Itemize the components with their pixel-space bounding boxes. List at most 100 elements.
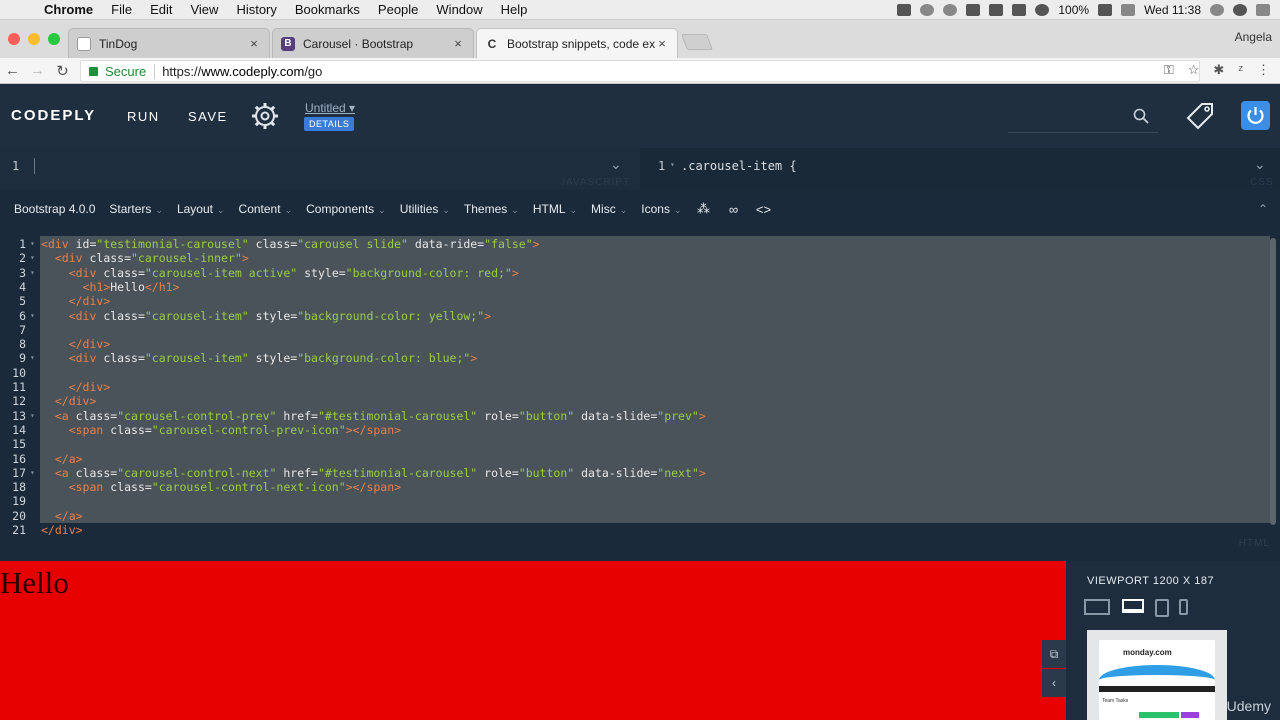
code-line[interactable]: 19 bbox=[0, 494, 1280, 508]
spotlight-search-icon[interactable] bbox=[1210, 3, 1224, 16]
code-line[interactable]: 3 ▾ <div class="carousel-item active" sty… bbox=[0, 266, 1280, 280]
tag-icon[interactable] bbox=[1184, 100, 1216, 132]
tablet-icon[interactable] bbox=[1155, 599, 1169, 617]
code-line[interactable]: 7 bbox=[0, 323, 1280, 337]
url-text[interactable]: https://www.codeply.com/go bbox=[155, 64, 322, 79]
menu-content[interactable]: Content ⌄ bbox=[232, 202, 300, 216]
forward-arrow-icon[interactable]: → bbox=[25, 62, 50, 79]
laptop-icon[interactable] bbox=[1122, 599, 1144, 613]
chevron-down-icon[interactable]: ⌄ bbox=[610, 156, 622, 173]
profile-name[interactable]: Angela bbox=[1235, 30, 1272, 44]
code-line[interactable]: 2 ▾ <div class="carousel-inner"> bbox=[0, 251, 1280, 265]
menu-components[interactable]: Components ⌄ bbox=[299, 202, 393, 216]
fold-arrow-icon[interactable]: ▾ bbox=[30, 351, 35, 365]
drive-icon[interactable] bbox=[989, 3, 1004, 16]
code-brackets-icon[interactable]: <> bbox=[749, 202, 779, 217]
menu-people[interactable]: People bbox=[369, 2, 427, 17]
fold-arrow-icon[interactable]: ▾ bbox=[30, 466, 35, 480]
code-line[interactable]: 6 ▾ <div class="carousel-item" style="bac… bbox=[0, 309, 1280, 323]
preview-frame[interactable]: Hello bbox=[0, 561, 1066, 720]
sponsor-ad[interactable]: monday.com Team Tasks bbox=[1087, 630, 1227, 720]
extension-bug-icon[interactable]: ✱ bbox=[1213, 62, 1224, 78]
menu-bookmarks[interactable]: Bookmarks bbox=[286, 2, 369, 17]
css-editor[interactable]: 1 ▾ .carousel-item { ⌄ CSS bbox=[640, 148, 1280, 190]
fullscreen-window-button[interactable] bbox=[48, 33, 60, 45]
menu-file[interactable]: File bbox=[102, 2, 141, 17]
battery-icon[interactable] bbox=[1098, 3, 1113, 16]
menu-starters[interactable]: Starters ⌄ bbox=[102, 202, 170, 216]
chrome-menu-icon[interactable]: ⋮ bbox=[1257, 62, 1270, 78]
menu-window[interactable]: Window bbox=[427, 2, 491, 17]
code-line[interactable]: 13 ▾ <a class="carousel-control-prev" hre… bbox=[0, 409, 1280, 423]
menu-history[interactable]: History bbox=[227, 2, 285, 17]
menu-html[interactable]: HTML ⌄ bbox=[526, 202, 584, 216]
html-editor[interactable]: 1 ▾ <div id="testimonial-carousel" class="… bbox=[0, 236, 1280, 549]
notification-center-icon[interactable] bbox=[1256, 3, 1270, 16]
code-line[interactable]: 15 bbox=[0, 437, 1280, 451]
code-line[interactable]: 1 ▾ <div id="testimonial-carousel" class="… bbox=[0, 237, 1280, 251]
code-line[interactable]: 11 </div> bbox=[0, 380, 1280, 394]
chevron-up-icon[interactable]: ⌃ bbox=[1258, 202, 1268, 216]
address-bar[interactable]: Secure https://www.codeply.com/go bbox=[80, 60, 1200, 82]
details-button[interactable]: DETAILS bbox=[304, 117, 355, 131]
bookmark-star-icon[interactable]: ☆ bbox=[1188, 62, 1200, 78]
close-window-button[interactable] bbox=[8, 33, 20, 45]
code-line[interactable]: 16 </a> bbox=[0, 452, 1280, 466]
extension-z-icon[interactable]: ᶻ bbox=[1238, 62, 1243, 78]
screen-record-icon[interactable] bbox=[897, 3, 912, 16]
javascript-editor[interactable]: 1 ⌄ JAVASCRIPT bbox=[0, 148, 640, 190]
menu-clock[interactable]: Wed 11:38 bbox=[1144, 3, 1201, 17]
menu-app-name[interactable]: Chrome bbox=[40, 2, 102, 17]
code-line[interactable]: 8 </div> bbox=[0, 337, 1280, 351]
search-input[interactable] bbox=[1008, 132, 1158, 133]
menu-edit[interactable]: Edit bbox=[141, 2, 181, 17]
power-button[interactable] bbox=[1241, 101, 1270, 130]
close-tab-icon[interactable]: × bbox=[247, 36, 261, 51]
cloud-icon[interactable] bbox=[966, 3, 981, 16]
magic-wand-icon[interactable]: ⁂ bbox=[689, 201, 719, 217]
menu-view[interactable]: View bbox=[181, 2, 227, 17]
menu-help[interactable]: Help bbox=[492, 2, 537, 17]
code-line[interactable]: 9 ▾ <div class="carousel-item" style="bac… bbox=[0, 351, 1280, 365]
menu-layout[interactable]: Layout ⌄ bbox=[170, 202, 232, 216]
phone-icon[interactable] bbox=[1179, 599, 1188, 615]
sync-icon[interactable] bbox=[1012, 3, 1027, 16]
code-line[interactable]: 20 </a> bbox=[0, 509, 1280, 523]
minimize-window-button[interactable] bbox=[28, 33, 40, 45]
tab-tindog[interactable]: TinDog × bbox=[68, 28, 270, 58]
close-tab-icon[interactable]: × bbox=[451, 36, 465, 51]
codeply-logo[interactable]: CODEPLY bbox=[11, 107, 96, 124]
key-icon[interactable]: ⚿ bbox=[1164, 62, 1174, 78]
gear-icon[interactable] bbox=[250, 101, 280, 131]
code-line[interactable]: 10 bbox=[0, 366, 1280, 380]
status-icon[interactable] bbox=[920, 3, 935, 16]
close-tab-icon[interactable]: × bbox=[655, 36, 669, 51]
editor-scrollbar[interactable] bbox=[1270, 238, 1276, 525]
reload-icon[interactable]: ↻ bbox=[50, 62, 75, 80]
fold-arrow-icon[interactable]: ▾ bbox=[30, 237, 35, 251]
flag-uk-icon[interactable] bbox=[1121, 3, 1136, 16]
search-icon[interactable] bbox=[1133, 108, 1149, 124]
popout-button[interactable]: ⧉ bbox=[1042, 640, 1066, 668]
wifi-icon[interactable] bbox=[1035, 3, 1050, 16]
dashlane-icon[interactable] bbox=[943, 3, 958, 16]
menu-utilities[interactable]: Utilities ⌄ bbox=[393, 202, 457, 216]
link-icon[interactable]: ∞ bbox=[719, 202, 749, 217]
code-line[interactable]: 14 <span class="carousel-control-prev-ic… bbox=[0, 423, 1280, 437]
chevron-down-icon[interactable]: ⌄ bbox=[1254, 156, 1266, 173]
run-button[interactable]: RUN bbox=[127, 109, 160, 124]
code-line[interactable]: 12 </div> bbox=[0, 394, 1280, 408]
collapse-panel-button[interactable]: ‹ bbox=[1042, 669, 1066, 697]
bootstrap-version[interactable]: Bootstrap 4.0.0 bbox=[0, 202, 102, 216]
code-line[interactable]: 17 ▾ <a class="carousel-control-next" hre… bbox=[0, 466, 1280, 480]
tab-codeply[interactable]: C Bootstrap snippets, code exam × bbox=[476, 28, 678, 58]
menu-icons[interactable]: Icons ⌄ bbox=[634, 202, 688, 216]
fold-arrow-icon[interactable]: ▾ bbox=[670, 160, 675, 169]
fold-arrow-icon[interactable]: ▾ bbox=[30, 309, 35, 323]
fold-arrow-icon[interactable]: ▾ bbox=[30, 266, 35, 280]
siri-icon[interactable] bbox=[1233, 3, 1247, 16]
menu-themes[interactable]: Themes ⌄ bbox=[457, 202, 526, 216]
code-line[interactable]: 18 <span class="carousel-control-next-ic… bbox=[0, 480, 1280, 494]
code-line[interactable]: 21 </div> bbox=[0, 523, 1280, 537]
project-title-dropdown[interactable]: Untitled ▾ bbox=[305, 101, 355, 115]
